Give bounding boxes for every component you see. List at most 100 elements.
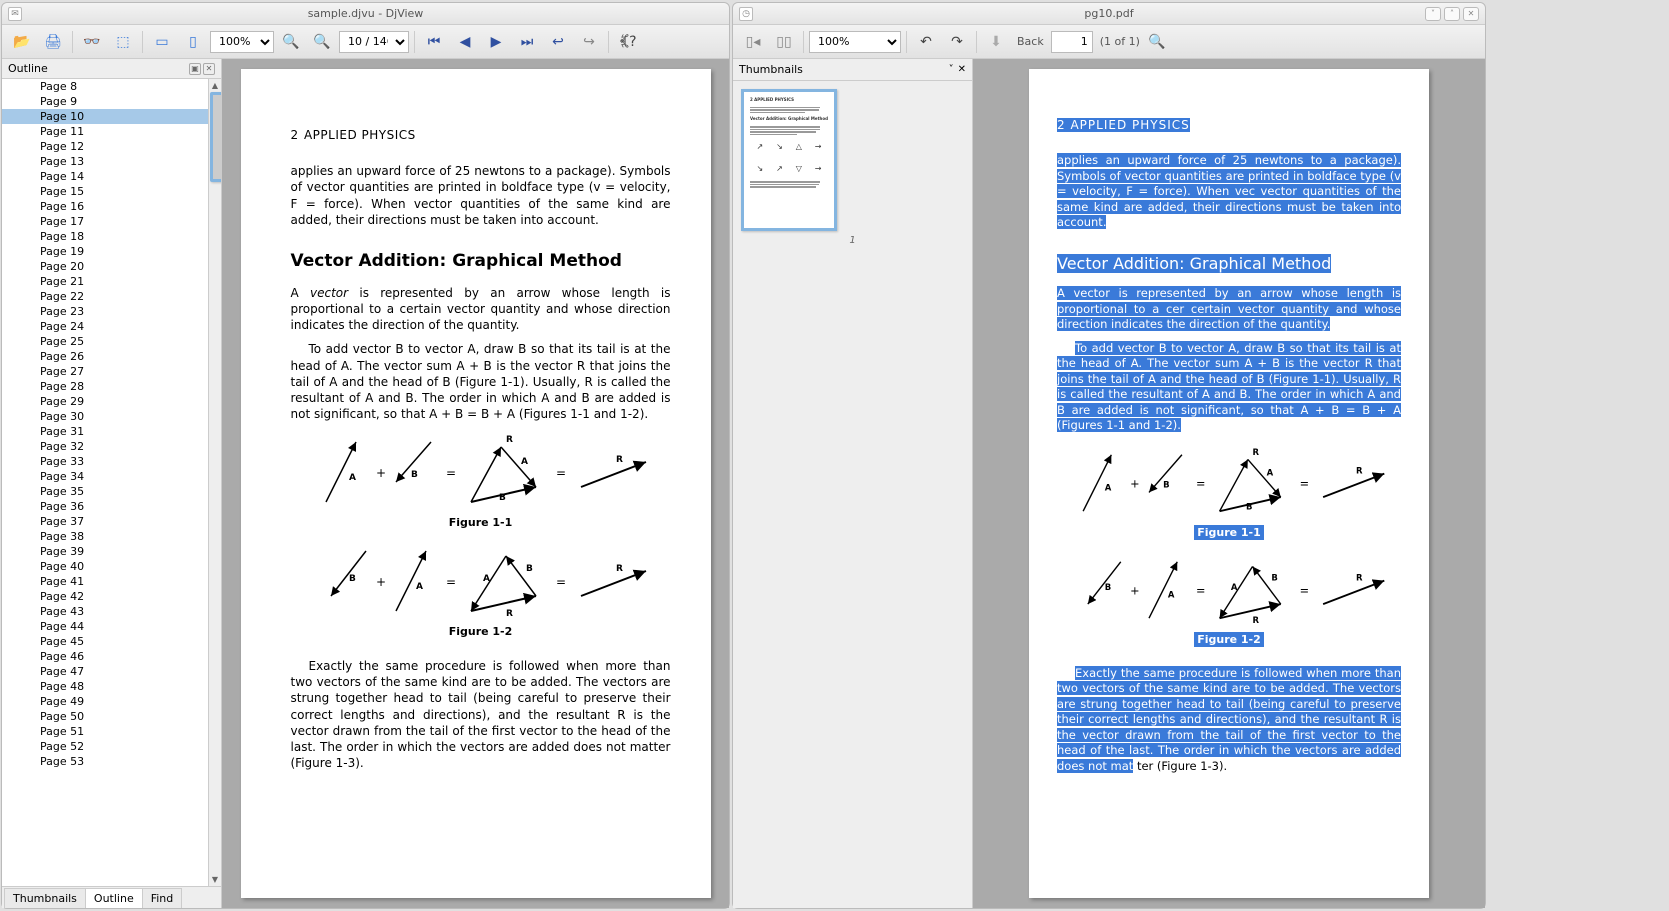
outline-item[interactable]: Page 17 — [2, 214, 208, 229]
page-select[interactable]: 10 / 146 — [339, 31, 409, 53]
outline-item[interactable]: Page 50 — [2, 709, 208, 724]
next-page-icon[interactable]: ▶ — [482, 29, 510, 55]
pdf-document-area[interactable]: 2 APPLIED PHYSICS applies an upward forc… — [973, 59, 1485, 908]
svg-text:=: = — [556, 575, 566, 589]
outline-item[interactable]: Page 40 — [2, 559, 208, 574]
outline-item[interactable]: Page 30 — [2, 409, 208, 424]
outline-item[interactable]: Page 31 — [2, 424, 208, 439]
outline-item[interactable]: Page 33 — [2, 454, 208, 469]
last-page-icon[interactable]: ⏭ — [513, 29, 541, 55]
zoom-select[interactable]: 100% — [210, 31, 274, 53]
back-button[interactable]: Back — [1013, 35, 1048, 48]
scroll-down-icon[interactable]: ▼ — [209, 873, 221, 886]
find-icon[interactable]: 👓 — [78, 29, 106, 55]
svg-text:B: B — [349, 574, 356, 584]
close-icon[interactable]: ✕ — [1463, 7, 1479, 21]
outline-item[interactable]: Page 43 — [2, 604, 208, 619]
outline-item[interactable]: Page 25 — [2, 334, 208, 349]
minimize-icon[interactable]: ˅ — [1425, 7, 1441, 21]
outline-item[interactable]: Page 16 — [2, 199, 208, 214]
fit-page-icon[interactable]: ▯ — [179, 29, 207, 55]
outline-item[interactable]: Page 51 — [2, 724, 208, 739]
outline-item[interactable]: Page 23 — [2, 304, 208, 319]
outline-item[interactable]: Page 11 — [2, 124, 208, 139]
djview-toolbar: 📂 🖨 👓 ⬚ ▭ ▯ 100% 🔍 🔍 10 / 146 ⏮ ◀ ▶ ⏭ ↩ … — [2, 25, 729, 59]
zoom-in-icon[interactable]: 🔍 — [277, 29, 305, 55]
outline-item[interactable]: Page 21 — [2, 274, 208, 289]
rotate-right-icon[interactable]: ↷ — [943, 29, 971, 55]
back-arrow-icon[interactable]: ⬇ — [982, 29, 1010, 55]
outline-item[interactable]: Page 53 — [2, 754, 208, 769]
outline-item[interactable]: Page 38 — [2, 529, 208, 544]
outline-item[interactable]: Page 52 — [2, 739, 208, 754]
whats-this-icon[interactable]: 𖤚? — [614, 29, 642, 55]
outline-item[interactable]: Page 19 — [2, 244, 208, 259]
outline-item[interactable]: Page 37 — [2, 514, 208, 529]
outline-item[interactable]: Page 36 — [2, 499, 208, 514]
open-icon[interactable]: 📂 — [8, 29, 36, 55]
outline-item[interactable]: Page 34 — [2, 469, 208, 484]
zoom-select[interactable]: 100% — [809, 31, 901, 53]
tab-outline[interactable]: Outline — [85, 888, 143, 908]
outline-item[interactable]: Page 48 — [2, 679, 208, 694]
fit-width-icon[interactable]: ▭ — [148, 29, 176, 55]
outline-item[interactable]: Page 14 — [2, 169, 208, 184]
outline-item[interactable]: Page 41 — [2, 574, 208, 589]
outline-item[interactable]: Page 8 — [2, 79, 208, 94]
outline-item[interactable]: Page 28 — [2, 379, 208, 394]
undock-icon[interactable]: ▣ — [189, 63, 201, 75]
outline-item[interactable]: Page 44 — [2, 619, 208, 634]
outline-item[interactable]: Page 12 — [2, 139, 208, 154]
outline-item[interactable]: Page 32 — [2, 439, 208, 454]
outline-item[interactable]: Page 18 — [2, 229, 208, 244]
collapse-icon[interactable]: ˅ — [949, 64, 954, 75]
outline-item[interactable]: Page 15 — [2, 184, 208, 199]
nav-back-icon[interactable]: ↩ — [544, 29, 572, 55]
djview-document-area[interactable]: 2 APPLIED PHYSICS applies an upward forc… — [222, 59, 729, 908]
outline-scrollbar[interactable]: ▲ ▼ — [208, 79, 221, 886]
prev-page-icon[interactable]: ▯◂ — [739, 29, 767, 55]
close-panel-icon[interactable]: ✕ — [958, 64, 966, 75]
outline-item[interactable]: Page 9 — [2, 94, 208, 109]
page-input[interactable] — [1051, 31, 1093, 53]
print-icon[interactable]: 🖨 — [39, 29, 67, 55]
svg-text:+: + — [376, 466, 386, 480]
tab-find[interactable]: Find — [142, 888, 183, 908]
svg-text:A: A — [349, 473, 356, 483]
scroll-thumb[interactable] — [210, 92, 221, 182]
thumbnail-page-1[interactable]: 2 APPLIED PHYSICS Vector Addition: Graph… — [741, 89, 837, 231]
outline-item[interactable]: Page 26 — [2, 349, 208, 364]
outline-item[interactable]: Page 35 — [2, 484, 208, 499]
zoom-out-icon[interactable]: 🔍 — [308, 29, 336, 55]
outline-item[interactable]: Page 42 — [2, 589, 208, 604]
search-icon[interactable]: 🔍 — [1147, 32, 1167, 52]
nav-forward-icon[interactable]: ↪ — [575, 29, 603, 55]
svg-text:R: R — [616, 455, 623, 465]
outline-item[interactable]: Page 24 — [2, 319, 208, 334]
scroll-up-icon[interactable]: ▲ — [209, 79, 221, 92]
tab-thumbnails[interactable]: Thumbnails — [4, 888, 86, 908]
para-intro: applies an upward force of 25 newtons to… — [1057, 153, 1401, 231]
next-page-icon[interactable]: ▯▯ — [770, 29, 798, 55]
outline-item[interactable]: Page 46 — [2, 649, 208, 664]
window-title: pg10.pdf — [1084, 7, 1133, 20]
outline-item[interactable]: Page 29 — [2, 394, 208, 409]
svg-text:R: R — [1253, 615, 1260, 625]
outline-item[interactable]: Page 10 — [2, 109, 208, 124]
maximize-icon[interactable]: ˄ — [1444, 7, 1460, 21]
select-icon[interactable]: ⬚ — [109, 29, 137, 55]
first-page-icon[interactable]: ⏮ — [420, 29, 448, 55]
outline-item[interactable]: Page 45 — [2, 634, 208, 649]
svg-text:+: + — [1130, 585, 1139, 598]
prev-page-icon[interactable]: ◀ — [451, 29, 479, 55]
outline-item[interactable]: Page 49 — [2, 694, 208, 709]
outline-item[interactable]: Page 39 — [2, 544, 208, 559]
rotate-left-icon[interactable]: ↶ — [912, 29, 940, 55]
outline-item[interactable]: Page 22 — [2, 289, 208, 304]
close-panel-icon[interactable]: ✕ — [203, 63, 215, 75]
para-procedure: Exactly the same procedure is followed w… — [1057, 666, 1401, 775]
outline-item[interactable]: Page 20 — [2, 259, 208, 274]
outline-item[interactable]: Page 27 — [2, 364, 208, 379]
outline-item[interactable]: Page 13 — [2, 154, 208, 169]
outline-item[interactable]: Page 47 — [2, 664, 208, 679]
